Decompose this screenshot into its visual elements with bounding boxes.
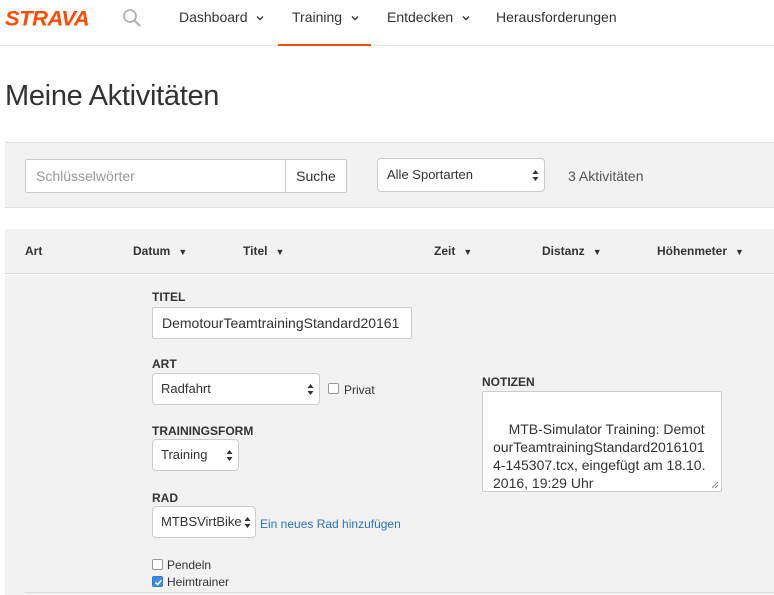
activity-title-input[interactable] (152, 307, 412, 339)
resize-handle-icon[interactable] (711, 481, 719, 489)
title-field-label: TITEL (152, 290, 186, 304)
sort-arrow-icon: ▼ (463, 247, 473, 257)
trainer-checkbox-label: Heimtrainer (167, 575, 230, 589)
sport-type-select-value: Alle Sportarten (387, 167, 473, 182)
nav-entdecken-label: Entdecken (387, 9, 454, 25)
sport-type-select[interactable]: Alle Sportarten (377, 158, 545, 192)
column-header-titel[interactable]: Titel ▼ (243, 244, 284, 258)
select-arrows-icon (532, 170, 539, 181)
sort-arrow-icon: ▼ (592, 247, 602, 257)
workout-type-value: Training (161, 447, 208, 462)
sort-arrow-icon: ▼ (735, 247, 744, 257)
sort-arrow-icon: ▼ (178, 247, 188, 257)
nav-entdecken[interactable]: Entdecken (387, 0, 471, 46)
workout-field-label: TRAININGSFORM (152, 424, 254, 438)
activity-edit-panel: TITEL ART Radfahrt Privat TRAININGSFORM … (5, 275, 774, 595)
select-arrows-icon (307, 384, 314, 395)
checkmark-icon (154, 579, 163, 586)
notes-field-label: NOTIZEN (482, 375, 535, 389)
type-field-label: ART (152, 357, 177, 371)
commute-checkbox-label: Pendeln (167, 558, 212, 572)
select-arrows-icon (244, 517, 251, 528)
commute-checkbox[interactable] (152, 559, 163, 570)
notes-textarea[interactable]: MTB-Simulator Training: DemotourTeamtrai… (482, 391, 722, 492)
activities-table-header: Art Datum ▼ Titel ▼ Zeit ▼ Distanz ▼ Höhenme… (5, 229, 774, 274)
page-title: Meine Aktivitäten (5, 80, 220, 112)
bike-select[interactable]: MTBSVirtBike (152, 506, 256, 538)
chevron-down-icon (256, 16, 264, 21)
sort-arrow-icon: ▼ (275, 247, 285, 257)
chevron-down-icon (351, 16, 359, 21)
bike-field-label: RAD (152, 491, 178, 505)
column-header-distanz[interactable]: Distanz ▼ (542, 244, 602, 258)
keyword-search-input[interactable] (25, 159, 285, 193)
column-header-art: Art (25, 244, 43, 258)
search-button[interactable]: Suche (285, 159, 347, 193)
private-checkbox[interactable] (328, 383, 339, 394)
nav-training-label: Training (292, 9, 343, 25)
bike-value: MTBSVirtBike (161, 514, 242, 529)
nav-herausforderungen[interactable]: Herausforderungen (496, 0, 617, 46)
private-checkbox-label: Privat (344, 383, 375, 397)
select-arrows-icon (226, 450, 233, 461)
nav-training[interactable]: Training (278, 0, 371, 46)
workout-type-select[interactable]: Training (152, 439, 239, 471)
strava-logo[interactable]: STRAVA (5, 7, 90, 32)
notes-text: MTB-Simulator Training: DemotourTeamtrai… (493, 421, 706, 491)
column-header-zeit[interactable]: Zeit ▼ (434, 244, 472, 258)
top-navigation: STRAVA Dashboard Training Entdecken Hera… (0, 0, 774, 46)
trainer-checkbox[interactable] (152, 576, 163, 587)
activity-type-select[interactable]: Radfahrt (152, 373, 320, 405)
chevron-down-icon (462, 16, 470, 21)
filter-bar: Suche Alle Sportarten 3 Aktivitäten (5, 142, 774, 208)
nav-herausforderungen-label: Herausforderungen (496, 9, 617, 25)
column-header-datum[interactable]: Datum ▼ (133, 244, 187, 258)
column-header-hoehenmeter[interactable]: Höhenmeter ▼ (657, 244, 744, 258)
activity-count: 3 Aktivitäten (568, 168, 644, 184)
activity-type-value: Radfahrt (161, 381, 211, 396)
add-bike-link[interactable]: Ein neues Rad hinzufügen (260, 517, 401, 531)
nav-dashboard[interactable]: Dashboard (179, 0, 265, 46)
search-icon[interactable] (122, 8, 142, 28)
nav-dashboard-label: Dashboard (179, 9, 248, 25)
